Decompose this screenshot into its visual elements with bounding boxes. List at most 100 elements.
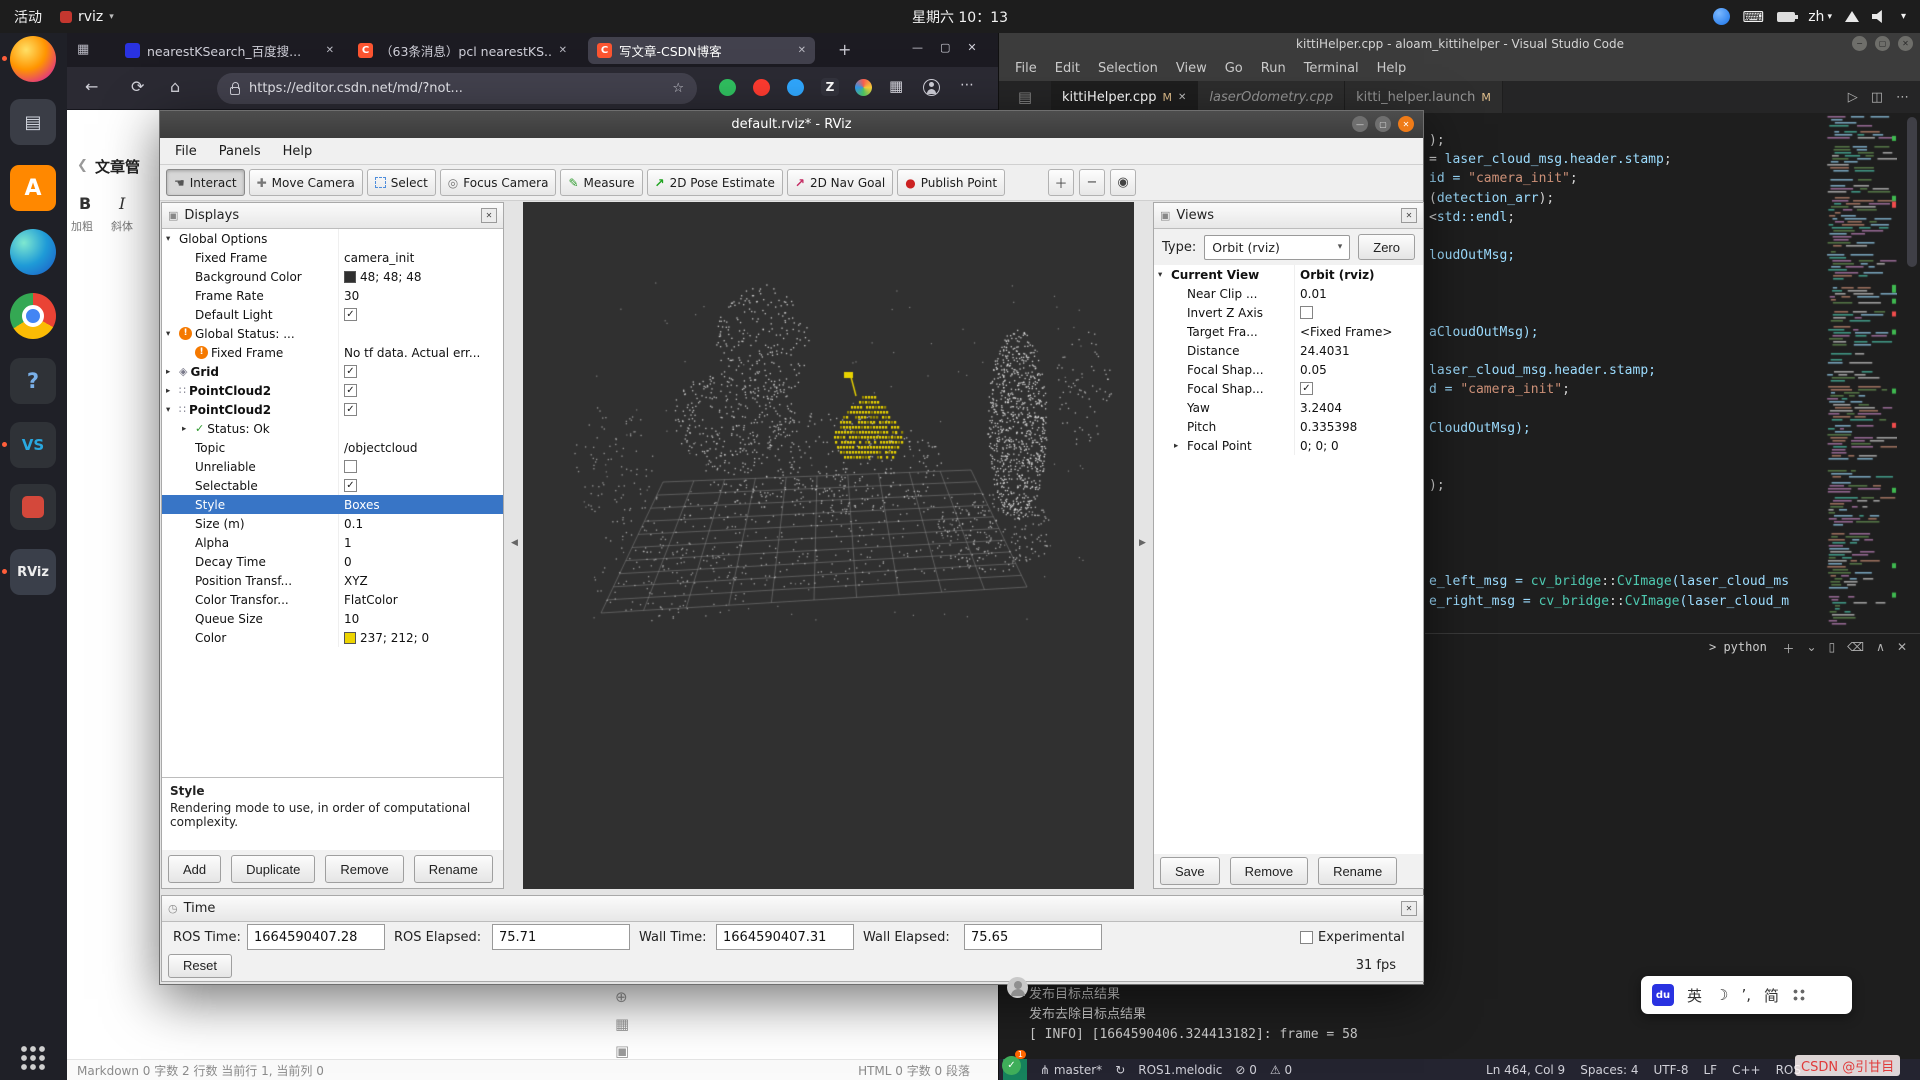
terminal-shell-label[interactable]: > python [1709, 640, 1767, 654]
property-value[interactable] [338, 457, 503, 476]
panel-action-icon[interactable]: ⌫ [1847, 640, 1864, 657]
home-icon[interactable]: ⌂ [170, 77, 180, 96]
input-method-bar[interactable]: du英☽’,简 [1641, 976, 1852, 1014]
property-row[interactable]: ▾Current ViewOrbit (rviz) [1154, 265, 1423, 284]
focused-app-menu[interactable]: rviz ▾ [60, 9, 114, 25]
property-row[interactable]: Color Transfor...FlatColor [162, 590, 503, 609]
property-value[interactable] [338, 419, 503, 438]
expand-arrow[interactable]: ▾ [166, 234, 179, 244]
tool-2d-pose-estimate[interactable]: ↗2D Pose Estimate [647, 169, 783, 196]
panel-action-icon[interactable]: ⌄ [1807, 640, 1817, 657]
statusbar-item[interactable]: ⊘ 0 [1235, 1063, 1257, 1077]
time-close-icon[interactable]: ✕ [1401, 901, 1417, 916]
property-value[interactable]: Orbit (rviz) [1294, 265, 1423, 284]
menu-terminal[interactable]: Terminal [1296, 59, 1367, 78]
property-row[interactable]: ▾Global Options [162, 229, 503, 248]
displays-panel-title[interactable]: ▣ Displays ✕ [162, 203, 503, 229]
bold-button[interactable]: B [79, 194, 91, 213]
property-row[interactable]: Focal Shap...✓ [1154, 379, 1423, 398]
minimize-icon[interactable]: — [1352, 116, 1368, 132]
property-value[interactable]: 0.05 [1294, 360, 1423, 379]
checkbox[interactable] [1300, 306, 1313, 319]
property-value[interactable]: ✓ [338, 400, 503, 419]
expand-arrow[interactable]: ▾ [1158, 270, 1171, 280]
property-value[interactable]: ✓ [338, 476, 503, 495]
checkbox[interactable]: ✓ [344, 384, 357, 397]
editor-tool-icon[interactable]: ▣ [615, 1042, 629, 1060]
dock-item-edge[interactable] [10, 229, 56, 275]
collapse-right-icon[interactable]: ▶ [1139, 538, 1146, 548]
back-chevron-icon[interactable]: ❮ [77, 158, 88, 173]
checkbox[interactable]: ✓ [344, 403, 357, 416]
extensions-puzzle-icon[interactable]: ▦ [889, 77, 903, 95]
menu-edit[interactable]: Edit [1047, 59, 1088, 78]
property-row[interactable]: ▸Focal Point0; 0; 0 [1154, 436, 1423, 455]
maximize-icon[interactable]: ▢ [1375, 116, 1391, 132]
property-value[interactable]: 237; 212; 0 [338, 628, 503, 647]
menu-panels[interactable]: Panels [210, 142, 270, 161]
rviz-3d-viewport[interactable] [523, 202, 1134, 889]
editor-tab-laserodometry-cpp[interactable]: laserOdometry.cpp [1198, 81, 1345, 113]
statusbar-item[interactable]: ROS1.melodic [1138, 1063, 1222, 1077]
property-row[interactable]: Decay Time0 [162, 552, 503, 571]
statusbar-item-utf-8[interactable]: UTF-8 [1654, 1063, 1689, 1077]
wall-elapsed--input[interactable]: 75.65 [964, 924, 1102, 950]
property-value[interactable]: 30 [338, 286, 503, 305]
editor-tab-kitti-helper-launch[interactable]: kitti_helper.launchM [1345, 81, 1503, 113]
expand-arrow[interactable]: ▸ [166, 367, 179, 377]
property-row[interactable]: Position Transf...XYZ [162, 571, 503, 590]
terminal-output[interactable]: 发布目标点结果发布去除目标点结果[ INFO] [1664590406.3244… [1029, 985, 1358, 1045]
property-row[interactable]: Selectable✓ [162, 476, 503, 495]
close-icon[interactable]: ✕ [798, 45, 806, 56]
language-indicator[interactable]: zh ▾ [1808, 9, 1832, 25]
property-value[interactable]: 24.4031 [1294, 341, 1423, 360]
property-row[interactable]: Frame Rate30 [162, 286, 503, 305]
ime-moon[interactable]: ☽ [1715, 986, 1728, 1004]
property-value[interactable]: 0; 0; 0 [1294, 436, 1423, 455]
property-value[interactable]: 3.2404 [1294, 398, 1423, 417]
expand-arrow[interactable]: ▸ [182, 424, 195, 434]
bookmark-star-icon[interactable]: ☆ [672, 81, 684, 96]
property-row[interactable]: Color237; 212; 0 [162, 628, 503, 647]
close-icon[interactable]: ✕ [559, 45, 567, 56]
close-icon[interactable]: ✕ [1398, 116, 1414, 132]
property-value[interactable] [1294, 303, 1423, 322]
save-button[interactable]: Save [1160, 857, 1220, 885]
rename-button[interactable]: Rename [1318, 857, 1397, 885]
ime-logo-icon[interactable]: du [1652, 984, 1674, 1006]
statusbar-item-c-[interactable]: C++ [1732, 1063, 1761, 1077]
reset-button[interactable]: Reset [168, 954, 232, 978]
property-value[interactable]: 48; 48; 48 [338, 267, 503, 286]
browser-tab-3[interactable]: C写文章-CSDN博客✕ [588, 37, 815, 64]
remove-button[interactable]: Remove [325, 855, 403, 883]
explorer-icon[interactable]: ▤ [999, 81, 1051, 113]
tool-move-camera[interactable]: ✚Move Camera [249, 169, 363, 196]
extension-z-icon[interactable]: Z [821, 78, 839, 96]
view-tool-icon[interactable]: − [1079, 169, 1105, 196]
rviz-titlebar[interactable]: default.rviz* - RViz —▢✕ [160, 111, 1423, 138]
dock-item-rviz[interactable]: RViz [10, 549, 56, 595]
volume-icon[interactable] [1872, 10, 1888, 24]
property-value[interactable]: No tf data. Actual err... [338, 343, 503, 362]
dock-item-files[interactable]: ▤ [10, 99, 56, 145]
dock-item-redapp[interactable] [10, 484, 56, 530]
property-row[interactable]: Distance24.4031 [1154, 341, 1423, 360]
app-menu-icon[interactable]: ⋯ [960, 77, 974, 93]
collapse-left-icon[interactable]: ◀ [511, 538, 518, 548]
expand-arrow[interactable]: ▸ [166, 386, 179, 396]
menu-help[interactable]: Help [1369, 59, 1415, 78]
dock-item-chrome[interactable] [10, 293, 56, 339]
property-value[interactable]: 10 [338, 609, 503, 628]
menu-help[interactable]: Help [274, 142, 322, 161]
menu-selection[interactable]: Selection [1090, 59, 1166, 78]
duplicate-button[interactable]: Duplicate [231, 855, 315, 883]
property-value[interactable]: 0 [338, 552, 503, 571]
property-row[interactable]: Invert Z Axis [1154, 303, 1423, 322]
property-row[interactable]: Size (m)0.1 [162, 514, 503, 533]
property-value[interactable]: 0.335398 [1294, 417, 1423, 436]
editor-action-icon[interactable]: ▷ [1848, 90, 1858, 105]
extension-green-icon[interactable] [719, 79, 736, 96]
extension-pinwheel-icon[interactable] [855, 79, 872, 96]
ime-keyboard-icon[interactable] [1792, 988, 1807, 1003]
property-row[interactable]: Unreliable [162, 457, 503, 476]
